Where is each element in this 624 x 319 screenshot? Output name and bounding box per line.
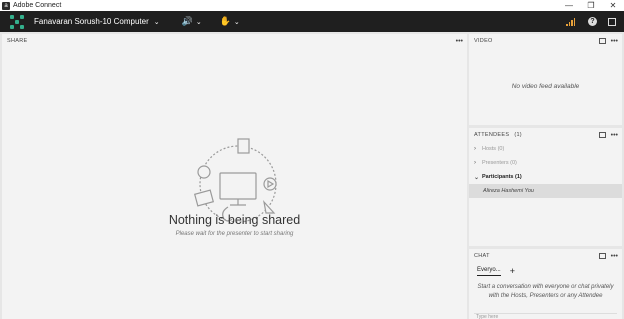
window-title: Adobe Connect	[13, 2, 62, 9]
attendee-group-presenters[interactable]: › Presenters (0)	[469, 156, 622, 170]
help-icon[interactable]: ?	[588, 17, 597, 26]
video-pod-more-icon[interactable]: •••	[611, 38, 618, 45]
speaker-icon: 🔊	[181, 16, 193, 26]
menubar: Fanavaran Sorush-10 Computer ⌄ 🔊 ⌄ ✋ ⌄ ?	[0, 11, 624, 32]
maximize-pod-icon[interactable]	[598, 38, 606, 44]
chevron-right-icon: ›	[474, 146, 476, 152]
fullscreen-icon[interactable]	[608, 17, 616, 26]
connection-signal-icon[interactable]	[565, 17, 575, 26]
attendees-count: (1)	[514, 132, 522, 138]
no-video-message: No video feed available	[511, 83, 580, 90]
speaker-menu[interactable]: 🔊 ⌄	[182, 16, 202, 27]
chevron-down-icon: ⌄	[195, 18, 202, 26]
adobe-connect-logo-icon[interactable]	[10, 14, 24, 29]
nothing-shared-heading: Nothing is being shared	[168, 213, 301, 227]
share-pod: SHARE ••• Nothing is being shared Please…	[2, 34, 467, 319]
nothing-shared-subtext: Please wait for the presenter to start s…	[175, 231, 294, 237]
attendee-group-hosts[interactable]: › Hosts (0)	[469, 142, 622, 156]
maximize-pod-icon[interactable]	[598, 132, 606, 138]
video-pod: VIDEO ••• No video feed available	[469, 34, 622, 125]
chat-tab-everyone[interactable]: Everyo...	[477, 267, 501, 276]
video-pod-title: VIDEO	[474, 38, 493, 44]
chat-input[interactable]: Type here	[474, 313, 617, 319]
video-pod-header: VIDEO •••	[469, 34, 622, 48]
restore-button[interactable]: ❐	[580, 0, 602, 11]
attendees-pod-more-icon[interactable]: •••	[611, 132, 618, 139]
chevron-down-icon: ⌄	[233, 18, 240, 26]
close-button[interactable]: ✕	[602, 0, 624, 11]
attendee-group-label: Presenters (0)	[482, 160, 517, 166]
raise-hand-menu[interactable]: ✋ ⌄	[220, 16, 240, 27]
chevron-right-icon: ›	[474, 160, 476, 166]
share-pod-header: SHARE •••	[2, 34, 467, 48]
share-pod-more-icon[interactable]: •••	[456, 38, 463, 45]
adobe-connect-app-icon: a	[2, 1, 10, 10]
share-pod-title: SHARE	[7, 38, 28, 44]
window-titlebar: a Adobe Connect — ❐ ✕	[0, 0, 624, 11]
chat-pod-header: CHAT •••	[469, 249, 622, 263]
participant-row[interactable]: Alireza Hashemi You	[469, 184, 622, 198]
room-name: Fanavaran Sorush-10 Computer	[34, 17, 149, 26]
maximize-pod-icon[interactable]	[598, 253, 606, 259]
attendees-pod: ATTENDEES (1) ••• › Hosts (0) › Presente…	[469, 128, 622, 246]
chat-pod: CHAT ••• Everyo... + Start a conversatio…	[469, 249, 622, 319]
chat-pod-more-icon[interactable]: •••	[611, 253, 618, 260]
raise-hand-icon: ✋	[219, 16, 231, 26]
chevron-down-icon: ⌄	[153, 18, 160, 26]
minimize-button[interactable]: —	[558, 0, 580, 11]
attendees-pod-title: ATTENDEES	[474, 132, 510, 138]
chat-pod-title: CHAT	[474, 253, 490, 259]
attendee-group-label: Participants (1)	[482, 174, 522, 180]
add-chat-tab-icon[interactable]: +	[510, 266, 515, 276]
room-menu[interactable]: Fanavaran Sorush-10 Computer ⌄	[34, 17, 160, 26]
attendee-group-participants[interactable]: ⌄ Participants (1)	[469, 170, 622, 184]
chevron-down-icon: ⌄	[474, 174, 480, 181]
attendees-pod-header: ATTENDEES (1) •••	[469, 128, 622, 142]
chat-empty-message: Start a conversation with everyone or ch…	[477, 284, 614, 299]
attendee-group-label: Hosts (0)	[482, 146, 505, 152]
